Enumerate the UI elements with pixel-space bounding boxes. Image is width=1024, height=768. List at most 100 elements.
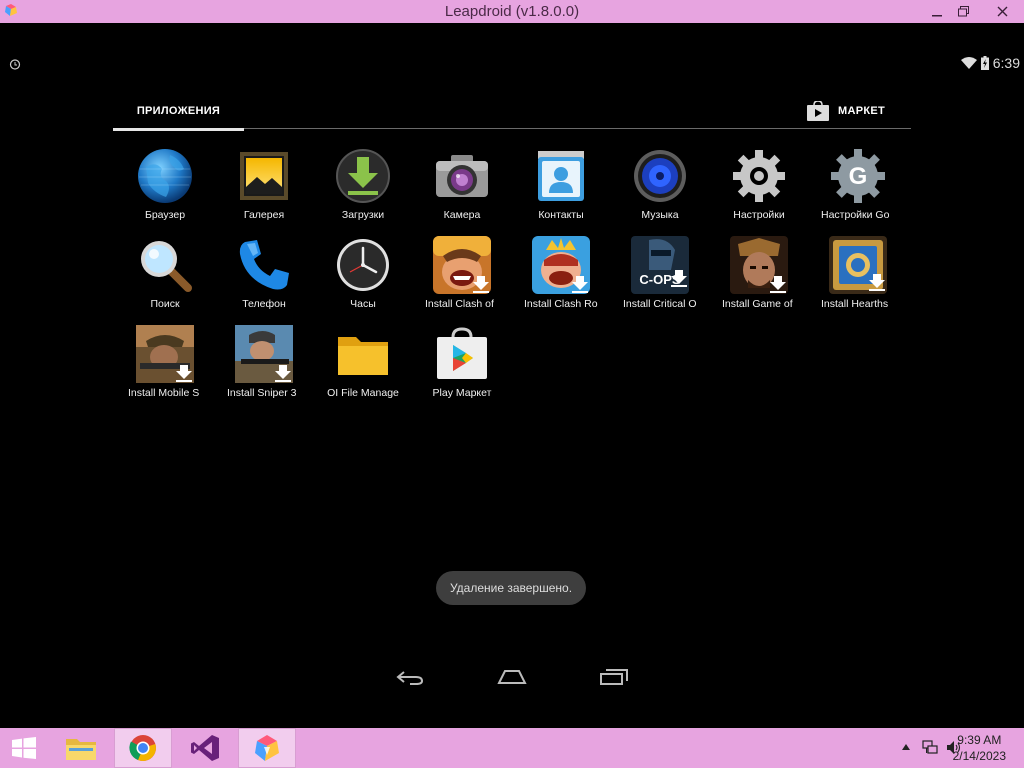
google-settings-icon: G [831,149,885,203]
app-label: Install Game of [722,298,793,310]
settings-icon [733,150,785,202]
recent-apps-icon [600,669,628,685]
chrome-icon [129,735,156,761]
recent-apps-button[interactable] [594,659,634,695]
clock-icon [337,239,389,291]
app-settings[interactable]: Настройки [710,147,808,231]
close-icon [997,6,1007,17]
critical-ops-icon: C-OPS [631,236,689,294]
market-bag-icon [806,101,829,121]
sniper-3d-icon [235,325,293,383]
app-install-mobile-strike[interactable]: Install Mobile S [116,325,214,409]
close-button[interactable] [980,0,1024,23]
phone-icon [239,240,289,290]
window-title-bar[interactable]: Leapdroid (v1.8.0.0) [0,0,1024,23]
status-time: 6:39 [992,55,1020,71]
file-explorer-icon [66,739,96,760]
app-label: Настройки [733,209,785,221]
app-label: Install Clash Ro [524,298,598,310]
battery-charging-icon [980,56,989,70]
app-label: Install Mobile S [128,387,200,399]
taskbar-clock[interactable]: 9:39 AM 2/14/2023 [953,732,1006,764]
gallery-icon [240,152,288,200]
camera-icon [436,155,488,197]
window-title: Leapdroid (v1.8.0.0) [444,3,580,20]
app-gallery[interactable]: Галерея [215,147,313,231]
app-phone[interactable]: Телефон [215,236,313,320]
app-label: Настройки Go [821,209,890,221]
toast-message: Удаление завершено. [436,571,586,605]
app-label: Поиск [150,298,180,310]
app-install-clash-royale[interactable]: Install Clash Ro [512,236,610,320]
taskbar-visual-studio[interactable] [180,728,230,768]
app-label: Install Sniper 3 [227,387,297,399]
taskbar-chrome[interactable] [114,728,172,768]
app-label: OI File Manage [327,387,399,399]
windows-logo-icon [12,737,36,759]
app-contacts[interactable]: Контакты [512,147,610,231]
app-play-market[interactable]: Play Маркет [413,325,511,409]
app-install-sniper-3d[interactable]: Install Sniper 3 [215,325,313,409]
clash-of-clans-icon [433,236,491,294]
taskbar-leapdroid[interactable] [238,728,296,768]
app-install-game-of-war[interactable]: Install Game of [710,236,808,320]
contacts-icon [538,151,584,201]
home-button[interactable] [492,659,532,695]
app-label: Галерея [243,209,285,221]
wifi-icon [960,57,977,69]
status-bar-right: 6:39 [960,55,1020,71]
app-clock[interactable]: Часы [314,236,412,320]
app-google-settings[interactable]: G Настройки Go [809,147,907,231]
app-label: Музыка [641,209,679,221]
downloads-icon [336,149,390,203]
start-button[interactable] [0,728,48,768]
alarm-clock-icon [9,59,21,70]
leapdroid-icon [255,735,279,761]
app-install-clash-of-clans[interactable]: Install Clash of [413,236,511,320]
play-store-icon [437,327,487,379]
mobile-strike-icon [136,325,194,383]
show-hidden-icons-icon[interactable] [902,744,910,750]
tab-apps-indicator [113,128,244,131]
windows-taskbar: 9:39 AM 2/14/2023 [0,728,1024,768]
tab-market[interactable]: МАРКЕТ [806,93,885,129]
tab-apps-label: ПРИЛОЖЕНИЯ [136,105,221,117]
app-label: Часы [350,298,376,310]
taskbar-file-explorer[interactable] [56,728,106,768]
search-icon [141,241,192,292]
app-label: Install Clash of [425,298,494,310]
home-icon [497,670,527,684]
system-tray: 9:39 AM 2/14/2023 [874,728,1024,768]
app-music[interactable]: Музыка [611,147,709,231]
tab-market-label: МАРКЕТ [837,105,885,117]
app-camera[interactable]: Камера [413,147,511,231]
game-of-war-icon [730,236,788,294]
android-screen: 6:39 ПРИЛОЖЕНИЯ МАРКЕТ Браузер Галерея З… [0,23,1024,728]
back-button[interactable] [390,659,430,695]
app-browser[interactable]: Браузер [116,147,214,231]
svg-text:G: G [849,163,868,190]
app-label: Загрузки [341,209,385,221]
app-label: Браузер [144,209,186,221]
hearthstone-icon [829,236,887,294]
app-label: Телефон [242,298,286,310]
folder-icon [338,337,388,375]
app-oi-file-manager[interactable]: OI File Manage [314,325,412,409]
app-install-hearthstone[interactable]: Install Hearths [809,236,907,320]
taskbar-date: 2/14/2023 [952,749,1006,763]
app-label: Контакты [538,209,584,221]
app-label: Камера [443,209,481,221]
android-nav-bar [0,659,1024,695]
app-downloads[interactable]: Загрузки [314,147,412,231]
taskbar-time: 9:39 AM [957,733,1002,747]
app-drawer-tabs: ПРИЛОЖЕНИЯ МАРКЕТ [113,93,911,131]
restore-button[interactable] [948,0,978,23]
restore-icon [957,6,969,17]
app-search[interactable]: Поиск [116,236,214,320]
app-label: Play Маркет [432,387,492,399]
app-label: Install Hearths [821,298,889,310]
network-icon[interactable] [922,740,938,755]
music-icon [634,150,686,202]
tab-apps[interactable]: ПРИЛОЖЕНИЯ [113,93,244,131]
app-install-critical-ops[interactable]: C-OPS Install Critical O [611,236,709,320]
